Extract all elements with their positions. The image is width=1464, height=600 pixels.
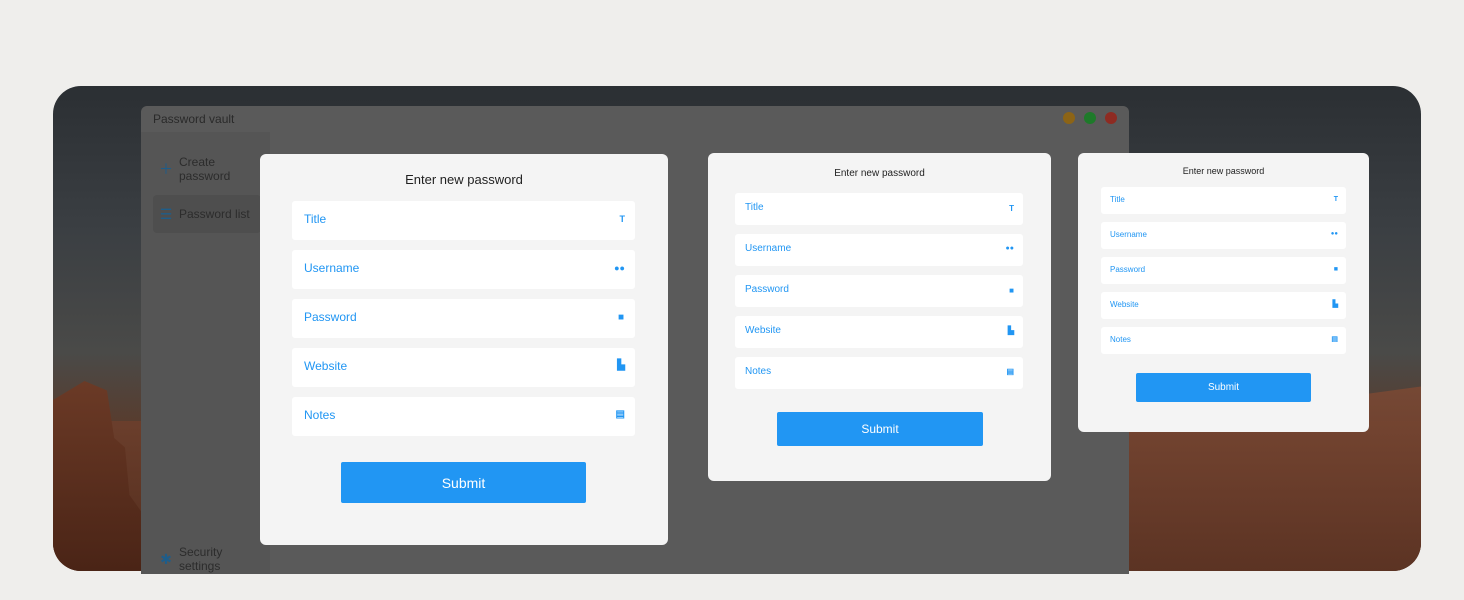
- plus-icon: ＋: [159, 161, 173, 177]
- field-label: Website: [304, 359, 348, 373]
- field-label: Title: [1110, 195, 1125, 204]
- maximize-button[interactable]: [1084, 112, 1096, 124]
- gear-icon: ✱: [160, 550, 172, 567]
- field-label: Website: [745, 325, 781, 336]
- password-field[interactable]: Password ■: [735, 275, 1023, 307]
- field-label: Title: [304, 212, 327, 226]
- text-format-icon: T: [619, 214, 626, 224]
- submit-button[interactable]: Submit: [1136, 373, 1311, 402]
- field-label: Password: [1110, 265, 1146, 274]
- field-label: Notes: [304, 408, 336, 422]
- title-field[interactable]: Title T: [1101, 187, 1346, 214]
- sidebar: ＋ Create password ☰ Password list ✱ Secu…: [141, 132, 270, 574]
- field-label: Username: [745, 243, 792, 254]
- sidebar-item-label: Password list: [179, 207, 250, 221]
- people-icon: ●●: [1330, 231, 1338, 237]
- text-format-icon: T: [1009, 204, 1014, 213]
- sidebar-item-label: Create password: [179, 155, 231, 183]
- minimize-button[interactable]: [1063, 112, 1075, 124]
- note-icon: ▤: [615, 409, 625, 420]
- field-label: Website: [1110, 300, 1139, 309]
- lock-icon: ■: [617, 312, 624, 323]
- sidebar-item-label: Security settings: [179, 545, 223, 573]
- field-label: Notes: [1110, 335, 1131, 344]
- form-card-large: Enter new password Title T Username ●● P…: [260, 154, 668, 545]
- submit-button[interactable]: Submit: [777, 412, 983, 446]
- sidebar-item-password-list[interactable]: ☰ Password list: [153, 195, 261, 233]
- sidebar-item-create-password[interactable]: ＋ Create password: [153, 150, 261, 188]
- close-button[interactable]: [1105, 112, 1117, 124]
- password-field[interactable]: Password ■: [292, 299, 635, 338]
- title-field[interactable]: Title T: [292, 201, 635, 240]
- website-field[interactable]: Website ▙: [735, 316, 1023, 348]
- app-title: Password vault: [153, 112, 235, 126]
- field-label: Password: [304, 310, 357, 324]
- password-field[interactable]: Password ■: [1101, 257, 1346, 284]
- title-bar: Password vault: [141, 106, 1129, 132]
- field-label: Username: [304, 261, 360, 275]
- form-card-small: Enter new password Title T Username ●● P…: [1078, 153, 1369, 432]
- sidebar-item-security-settings[interactable]: ✱ Security settings: [153, 540, 261, 574]
- field-label: Username: [1110, 230, 1147, 239]
- form-title: Enter new password: [834, 168, 925, 179]
- website-field[interactable]: Website ▙: [1101, 292, 1346, 319]
- notes-field[interactable]: Notes ▤: [735, 357, 1023, 389]
- notes-field[interactable]: Notes ▤: [1101, 327, 1346, 354]
- note-icon: ▤: [1006, 367, 1014, 376]
- username-field[interactable]: Username ●●: [1101, 222, 1346, 249]
- lock-icon: ■: [1009, 286, 1014, 295]
- domain-icon: ▙: [1007, 326, 1014, 335]
- field-label: Title: [745, 202, 764, 213]
- submit-button[interactable]: Submit: [341, 462, 586, 503]
- title-field[interactable]: Title T: [735, 193, 1023, 225]
- field-label: Notes: [745, 366, 772, 377]
- text-format-icon: T: [1333, 196, 1338, 203]
- username-field[interactable]: Username ●●: [292, 250, 635, 289]
- domain-icon: ▙: [617, 360, 625, 371]
- form-title: Enter new password: [405, 172, 523, 187]
- website-field[interactable]: Website ▙: [292, 348, 635, 387]
- people-icon: ●●: [1005, 245, 1014, 252]
- domain-icon: ▙: [1332, 301, 1338, 308]
- field-label: Password: [745, 284, 789, 295]
- list-icon: ☰: [159, 205, 173, 222]
- people-icon: ●●: [614, 263, 625, 273]
- username-field[interactable]: Username ●●: [735, 234, 1023, 266]
- form-card-medium: Enter new password Title T Username ●● P…: [708, 153, 1051, 481]
- notes-field[interactable]: Notes ▤: [292, 397, 635, 436]
- note-icon: ▤: [1331, 336, 1338, 343]
- lock-icon: ■: [1333, 266, 1338, 273]
- form-title: Enter new password: [1182, 166, 1265, 176]
